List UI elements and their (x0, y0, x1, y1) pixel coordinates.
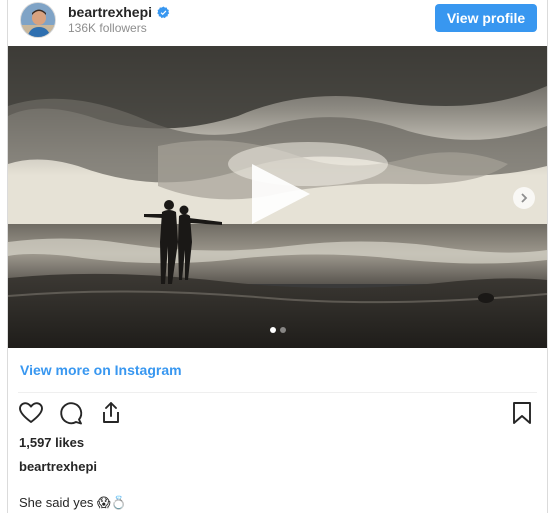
username-row: beartrexhepi (68, 2, 170, 22)
post-media-video[interactable] (8, 46, 547, 348)
post-header: beartrexhepi 136K followers View profile (8, 0, 547, 46)
avatar[interactable] (20, 2, 56, 38)
avatar-image (21, 3, 55, 37)
action-bar (18, 400, 124, 426)
play-icon[interactable] (246, 160, 314, 228)
instagram-embed-card: beartrexhepi 136K followers View profile (7, 0, 548, 513)
carousel-indicator (270, 327, 286, 333)
followers-count: 136K followers (68, 21, 147, 35)
carousel-next-button[interactable] (513, 187, 535, 209)
view-more-link[interactable]: View more on Instagram (20, 362, 182, 378)
share-icon[interactable] (98, 400, 124, 426)
caption-text: She said yes 😱💍 (19, 495, 127, 510)
likes-count[interactable]: 1,597 likes (19, 435, 84, 450)
carousel-dot (280, 327, 286, 333)
comment-icon[interactable] (58, 400, 84, 426)
caption-username[interactable]: beartrexhepi (19, 459, 97, 474)
verified-badge-icon (157, 6, 170, 18)
heart-icon[interactable] (18, 400, 44, 426)
chevron-right-icon (521, 193, 528, 203)
view-profile-button[interactable]: View profile (435, 4, 537, 32)
divider (18, 392, 537, 393)
carousel-dot-active (270, 327, 276, 333)
username[interactable]: beartrexhepi (68, 4, 152, 20)
bookmark-icon[interactable] (509, 400, 535, 426)
